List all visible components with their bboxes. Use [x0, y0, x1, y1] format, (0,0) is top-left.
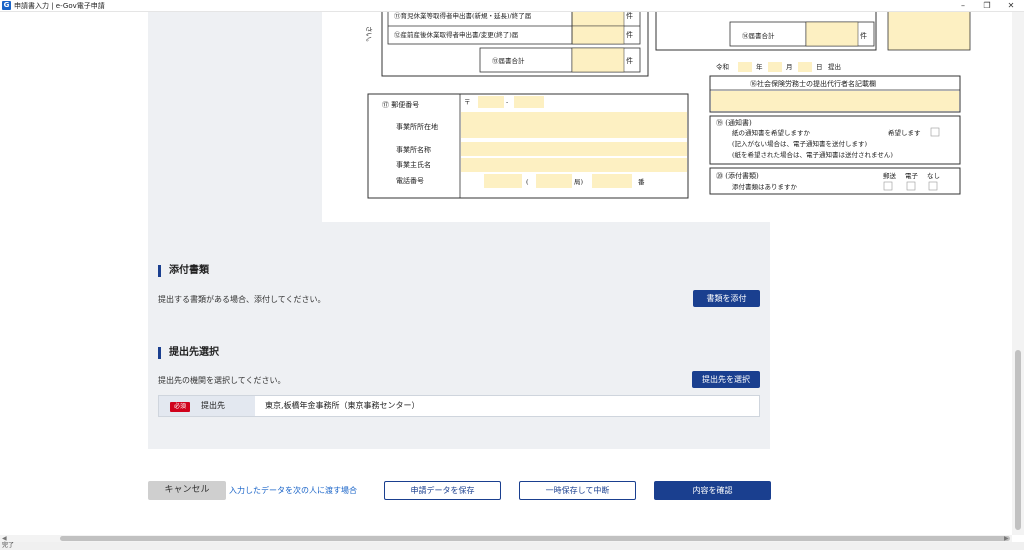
office-address-field[interactable] — [461, 112, 687, 138]
destination-section-title: 提出先選択 — [158, 347, 219, 359]
form-preview: さい。 ⑪育児休業等取得者申出書(新規・延長)/終了届 件 ⑫産前産後休業取得者… — [322, 12, 1004, 222]
notice-question: 紙の通知書を希望しますか — [732, 128, 811, 137]
window-titlebar: G 申請書入力 | e-Gov電子申請 – ❐ ✕ — [0, 0, 1024, 12]
postal-label: ⑰ 郵便番号 — [382, 100, 419, 109]
office-name-label: 事業所名称 — [396, 145, 431, 154]
postal-dash: - — [506, 98, 508, 106]
phone-bureau-field[interactable] — [536, 174, 572, 188]
attach-electronic-label: 電子 — [905, 172, 919, 180]
date-era-label: 令和 — [716, 62, 729, 71]
maternity-count-field[interactable] — [571, 25, 625, 45]
total-13-label: ⑬届書合計 — [492, 56, 525, 65]
attach-form-title: ⑳ (添付書類) — [716, 171, 759, 180]
phone-area-field[interactable] — [484, 174, 522, 188]
scroll-right-icon[interactable]: ▶ — [1004, 535, 1009, 542]
date-submit-label: 提出 — [828, 62, 841, 71]
required-badge: 必須 — [170, 402, 191, 412]
agent-title: ⑯社会保険労務士の提出代行者名記載欄 — [750, 79, 876, 88]
app-logo-icon: G — [2, 1, 11, 10]
phone-number-field[interactable] — [592, 174, 632, 188]
status-bar: 完了 — [0, 542, 1024, 550]
owner-name-field[interactable] — [461, 158, 687, 172]
date-day-label: 日 — [816, 63, 823, 71]
unit-label: 件 — [626, 56, 633, 65]
notice-note-1: (記入がない場合は、電子通知書を送付します) — [732, 139, 868, 148]
date-month-label: 月 — [786, 63, 793, 71]
postal-code-1-field[interactable] — [478, 96, 504, 108]
minimize-button[interactable]: – — [952, 0, 974, 12]
attach-none-label: なし — [927, 172, 940, 180]
suspend-button[interactable]: 一時保存して中断 — [519, 481, 636, 500]
cancel-button[interactable]: キャンセル — [148, 481, 226, 500]
notice-hope-label: 希望します — [888, 128, 921, 137]
total-right-label: ⑭届書合計 — [742, 31, 775, 40]
date-year-field[interactable] — [768, 62, 782, 72]
attach-form-question: 添付書類はありますか — [732, 182, 798, 191]
select-destination-button[interactable]: 提出先を選択 — [692, 371, 760, 388]
horizontal-scrollbar[interactable]: ◀ ▶ — [0, 535, 1012, 542]
form-preview-svg: さい。 ⑪育児休業等取得者申出書(新規・延長)/終了届 件 ⑫産前産後休業取得者… — [365, 12, 971, 199]
vertical-scrollbar[interactable] — [1012, 12, 1024, 535]
total-right-field[interactable] — [805, 21, 859, 47]
childcare-count-field[interactable] — [571, 12, 625, 27]
attach-none-checkbox[interactable] — [928, 181, 938, 191]
date-era-field[interactable] — [738, 62, 752, 72]
confirm-button[interactable]: 内容を確認 — [654, 481, 771, 500]
status-text: 完了 — [2, 542, 15, 549]
date-month-field[interactable] — [798, 62, 812, 72]
unit-label: 件 — [626, 30, 633, 39]
vertical-scrollbar-thumb[interactable] — [1015, 350, 1021, 530]
save-application-button[interactable]: 申請データを保存 — [384, 481, 501, 500]
destination-description: 提出先の機関を選択してください。 — [158, 376, 286, 385]
destination-header-cell: 必須 提出先 — [159, 396, 255, 416]
attach-electronic-checkbox[interactable] — [906, 181, 916, 191]
scroll-left-icon[interactable]: ◀ — [2, 535, 7, 542]
phone-paren: ( — [526, 178, 529, 186]
total-13-field[interactable] — [571, 47, 625, 73]
row-childcare-label: ⑪育児休業等取得者申出書(新規・延長)/終了届 — [394, 12, 531, 20]
phone-number-label: 番 — [638, 178, 645, 186]
handover-link[interactable]: 入力したデータを次の人に渡す場合 — [229, 485, 357, 496]
right-top-field[interactable] — [887, 12, 971, 51]
notice-note-2: (紙を希望された場合は、電子通知書は送付されません) — [732, 150, 893, 159]
close-button[interactable]: ✕ — [1000, 0, 1022, 12]
phone-label: 電話番号 — [396, 176, 424, 185]
notice-title: ⑲ (通知書) — [716, 118, 752, 127]
unit-label: 件 — [626, 12, 633, 20]
unit-label: 件 — [860, 31, 867, 40]
destination-value: 東京,板橋年金事務所（東京事務センター） — [265, 401, 420, 410]
window-title: 申請書入力 | e-Gov電子申請 — [14, 2, 105, 10]
destination-label: 提出先 — [201, 401, 225, 410]
office-address-label: 事業所所在地 — [396, 122, 438, 131]
owner-name-label: 事業主氏名 — [396, 160, 431, 169]
restore-button[interactable]: ❐ — [976, 0, 998, 12]
attach-documents-button[interactable]: 書類を添付 — [693, 290, 760, 307]
attach-mail-checkbox[interactable] — [883, 181, 893, 191]
horizontal-scrollbar-thumb[interactable] — [60, 536, 1010, 541]
attachments-description: 提出する書類がある場合、添付してください。 — [158, 295, 326, 304]
attachments-section-title: 添付書類 — [158, 265, 209, 277]
row-maternity-label: ⑫産前産後休業取得者申出書/変更(終了)届 — [394, 30, 518, 39]
attach-mail-label: 郵送 — [883, 171, 897, 180]
postal-mark: 〒 — [464, 98, 471, 106]
office-name-field[interactable] — [461, 142, 687, 156]
phone-bureau-label: 局) — [574, 178, 584, 186]
agent-field[interactable] — [711, 91, 959, 111]
postal-code-2-field[interactable] — [514, 96, 544, 108]
date-year-label: 年 — [756, 62, 763, 71]
form-side-text: さい。 — [365, 26, 373, 46]
destination-table: 必須 提出先 東京,板橋年金事務所（東京事務センター） — [158, 395, 760, 417]
notice-hope-checkbox[interactable] — [930, 127, 940, 137]
